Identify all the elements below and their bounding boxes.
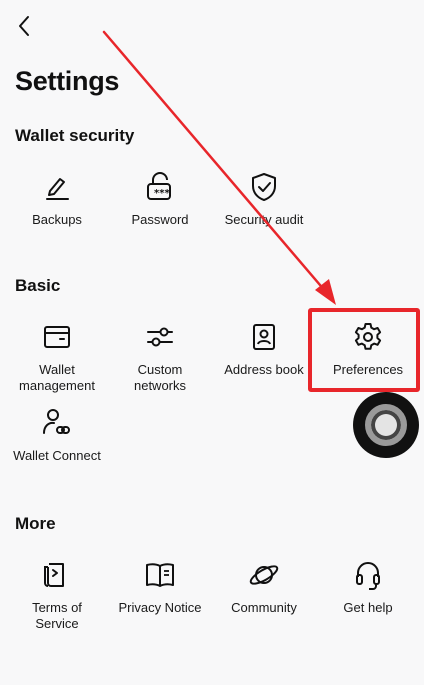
pencil-icon	[40, 170, 74, 204]
password-label: Password	[131, 212, 189, 227]
section-title-more: More	[15, 514, 56, 533]
address-book-label: Address book	[224, 362, 304, 377]
community-button[interactable]: Community	[209, 558, 319, 616]
get-help-button[interactable]: Get help	[313, 558, 423, 616]
book-icon	[143, 558, 177, 592]
address-book-icon	[247, 320, 281, 354]
wallet-management-label: Wallet management	[19, 362, 95, 393]
wallet-icon	[40, 320, 74, 354]
privacy-notice-button[interactable]: Privacy Notice	[105, 558, 215, 616]
document-icon	[40, 558, 74, 592]
terms-of-service-button[interactable]: Terms of Service	[2, 558, 112, 632]
section-title-wallet-security: Wallet security	[15, 126, 135, 145]
custom-networks-button[interactable]: Custom networks	[105, 320, 215, 394]
backups-button[interactable]: Backups	[2, 170, 112, 228]
terms-of-service-label: Terms of Service	[32, 600, 82, 631]
backups-label: Backups	[32, 212, 82, 227]
gear-icon	[351, 320, 385, 354]
address-book-button[interactable]: Address book	[209, 320, 319, 378]
password-button[interactable]: *** Password	[105, 170, 215, 228]
sliders-icon	[143, 320, 177, 354]
chevron-left-icon	[19, 16, 29, 36]
preferences-label: Preferences	[332, 362, 404, 377]
section-title-basic: Basic	[15, 276, 61, 295]
page-title: Settings	[15, 66, 120, 96]
privacy-notice-label: Privacy Notice	[118, 600, 202, 615]
security-audit-label: Security audit	[224, 212, 304, 227]
preferences-button[interactable]: Preferences	[313, 320, 423, 378]
security-audit-button[interactable]: Security audit	[209, 170, 319, 228]
headset-icon	[351, 558, 385, 592]
wallet-connect-button[interactable]: Wallet Connect	[2, 406, 112, 464]
assistive-touch-icon	[365, 404, 407, 446]
custom-networks-label: Custom networks	[133, 362, 187, 393]
get-help-label: Get help	[343, 600, 393, 615]
wallet-connect-label: Wallet Connect	[13, 448, 101, 463]
shield-check-icon	[247, 170, 281, 204]
wallet-connect-icon	[40, 406, 74, 440]
lock-icon: ***	[143, 170, 177, 204]
planet-icon	[247, 558, 281, 592]
back-button[interactable]	[10, 12, 38, 40]
wallet-management-button[interactable]: Wallet management	[2, 320, 112, 394]
community-label: Community	[231, 600, 297, 615]
floating-assistive-button[interactable]	[353, 392, 419, 458]
svg-text:***: ***	[154, 188, 170, 199]
